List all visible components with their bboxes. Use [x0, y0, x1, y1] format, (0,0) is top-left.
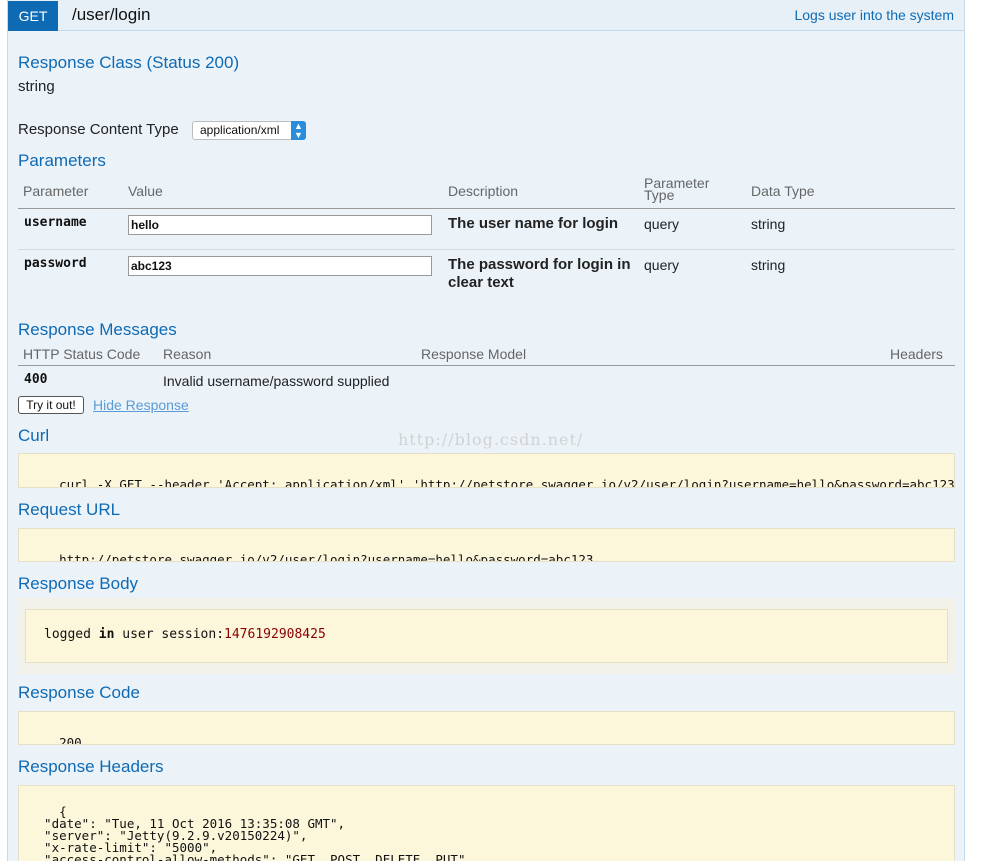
msg-status-code: 400 [24, 372, 48, 387]
response-body-prefix: logged [44, 627, 99, 642]
response-class-type: string [18, 78, 55, 95]
operation-panel: GET /user/login Logs user into the syste… [7, 0, 965, 861]
param-header-type: Parameter Type [644, 175, 710, 203]
try-it-out-button[interactable]: Try it out! [18, 396, 84, 414]
param-header-datatype: Data Type [751, 183, 815, 199]
msg-header-response-model: Response Model [421, 346, 527, 362]
endpoint-path[interactable]: /user/login [72, 5, 150, 25]
param-type-username: query [644, 216, 680, 232]
response-class-title: Response Class (Status 200) [18, 53, 240, 72]
param-row-divider [18, 249, 955, 250]
response-code-value: 200 [59, 735, 82, 745]
msg-header-reason: Reason [163, 346, 212, 362]
request-url-title: Request URL [18, 500, 121, 519]
response-body-keyword: in [98, 627, 115, 642]
response-content-type-select[interactable]: application/xml ▲ ▼ [192, 121, 306, 140]
msg-header-status-code: HTTP Status Code [23, 346, 141, 362]
curl-title: Curl [18, 426, 50, 445]
param-type-password: query [644, 257, 680, 273]
param-header-rule [18, 208, 955, 209]
http-method-badge[interactable]: GET [8, 1, 58, 31]
param-header-description: Description [448, 183, 519, 199]
response-code-box[interactable]: 200 [18, 711, 955, 745]
response-headers-text: { "date": "Tue, 11 Oct 2016 13:35:08 GMT… [44, 804, 474, 861]
response-headers-box[interactable]: { "date": "Tue, 11 Oct 2016 13:35:08 GMT… [18, 785, 955, 861]
response-body-title: Response Body [18, 574, 139, 593]
operation-heading[interactable]: GET /user/login Logs user into the syste… [8, 0, 964, 31]
param-desc-username: The user name for login [448, 215, 619, 232]
param-datatype-username: string [751, 216, 786, 232]
msg-header-rule [18, 365, 955, 366]
curl-command: curl -X GET --header 'Accept: applicatio… [59, 477, 955, 488]
request-url-value: http://petstore.swagger.io/v2/user/login… [59, 552, 594, 562]
response-body-box[interactable]: logged in user session:1476192908425 [25, 609, 948, 663]
param-desc-password: The password for login in clear text [448, 256, 631, 291]
watermark-text: http://blog.csdn.net/ [398, 430, 584, 449]
response-body-session-number: 1476192908425 [224, 627, 326, 642]
param-datatype-password: string [751, 257, 786, 273]
response-headers-title: Response Headers [18, 757, 164, 776]
response-body-middle: user session: [114, 627, 225, 642]
response-messages-title: Response Messages [18, 320, 177, 339]
username-input[interactable]: hello [128, 215, 432, 235]
response-code-title: Response Code [18, 683, 140, 702]
param-header-parameter: Parameter [23, 183, 89, 199]
response-content-type-value: application/xml [200, 123, 280, 137]
select-arrows-icon: ▲ ▼ [291, 121, 306, 140]
curl-command-box[interactable]: curl -X GET --header 'Accept: applicatio… [18, 453, 955, 488]
param-name-password: password [24, 256, 87, 271]
msg-header-headers: Headers [890, 346, 943, 362]
hide-response-link[interactable]: Hide Response [93, 397, 189, 413]
endpoint-summary[interactable]: Logs user into the system [794, 7, 954, 23]
param-name-username: username [24, 215, 87, 230]
request-url-box[interactable]: http://petstore.swagger.io/v2/user/login… [18, 528, 955, 562]
param-header-value: Value [128, 183, 163, 199]
msg-reason: Invalid username/password supplied [163, 373, 390, 389]
password-input[interactable]: abc123 [128, 256, 432, 276]
response-content-type-label: Response Content Type [18, 121, 179, 138]
parameters-title: Parameters [18, 151, 106, 170]
